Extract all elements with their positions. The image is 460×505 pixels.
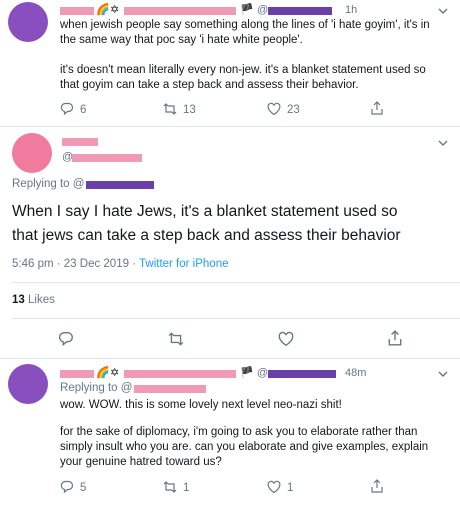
likes-label: Likes [28, 294, 55, 306]
reply-icon[interactable] [58, 331, 74, 347]
divider [12, 318, 460, 319]
display-name-redacted [124, 7, 236, 15]
rainbow-emoji: 🌈 [96, 367, 110, 379]
retweet-icon[interactable] [168, 331, 184, 347]
handle-redacted [268, 7, 332, 15]
divider [12, 282, 460, 283]
display-name-redacted [124, 370, 236, 378]
tweet-text-line: for the sake of diplomacy, i'm going to … [60, 426, 418, 438]
star-of-david-emoji: ✡ [110, 4, 120, 16]
divider [0, 358, 460, 359]
reply-icon[interactable] [60, 102, 74, 116]
heart-icon[interactable] [278, 331, 294, 347]
likes-count: 13 [12, 294, 25, 306]
retweet-icon[interactable] [163, 480, 177, 494]
rainbow-emoji: 🌈 [96, 4, 110, 16]
share-icon[interactable] [387, 330, 403, 346]
tweet-main-text-line: that jews can take a step back and asses… [12, 227, 401, 244]
tweet-meta: 5:46 pm · 23 Dec 2019 · Twitter for iPho… [12, 258, 228, 270]
chevron-down-icon[interactable] [438, 369, 448, 379]
share-icon[interactable] [370, 479, 384, 493]
heart-icon[interactable] [267, 480, 281, 494]
heart-icon[interactable] [267, 102, 281, 116]
chevron-down-icon[interactable] [438, 6, 448, 16]
likes-summary[interactable]: 13 Likes [12, 294, 55, 306]
tweet-text-line: when jewish people say something along t… [60, 19, 430, 31]
display-name-redacted [60, 7, 94, 15]
reply-count: 5 [80, 482, 87, 494]
tweet-text-line: simply insult who you are. can you elabo… [60, 441, 429, 453]
retweet-count: 1 [183, 482, 190, 494]
share-icon[interactable] [370, 101, 384, 115]
retweet-count: 13 [183, 104, 196, 116]
source-link[interactable]: Twitter for iPhone [139, 258, 228, 270]
replying-to-label: Replying to @ [12, 178, 85, 190]
avatar[interactable] [8, 364, 48, 404]
tweet-text-line: that goyim can take a step back and asse… [60, 79, 359, 91]
like-count: 23 [287, 104, 300, 116]
divider [0, 126, 460, 127]
tweet-text-line: the same way that poc say 'i hate white … [60, 34, 303, 46]
replying-to-handle-redacted[interactable] [134, 385, 206, 393]
handle-redacted [72, 154, 142, 162]
flag-emoji: 🏴 [240, 4, 254, 16]
handle-at: @ [257, 4, 269, 16]
handle-redacted [268, 370, 336, 378]
avatar[interactable] [12, 133, 52, 173]
replying-to-label: Replying to @ [60, 382, 133, 394]
tweet-text-line: wow. WOW. this is some lovely next level… [60, 399, 342, 411]
tweet-main-text-line: When I say I hate Jews, it's a blanket s… [12, 203, 398, 220]
retweet-icon[interactable] [163, 102, 177, 116]
avatar[interactable] [8, 2, 48, 42]
star-of-david-emoji: ✡ [110, 367, 120, 379]
tweet-text-line: it's doesn't mean literally every non-je… [60, 64, 426, 76]
like-count: 1 [287, 482, 294, 494]
display-name-redacted [60, 370, 94, 378]
reply-count: 6 [80, 104, 87, 116]
chevron-down-icon[interactable] [438, 138, 448, 148]
flag-emoji: 🏴 [240, 367, 254, 379]
display-name-redacted [62, 138, 98, 146]
handle-at: @ [257, 367, 269, 379]
replying-to-handle-redacted[interactable] [86, 181, 154, 189]
timestamp-date[interactable]: 5:46 pm · 23 Dec 2019 · [12, 258, 139, 270]
tweet-text-line: your genuine hatred toward us? [60, 456, 222, 468]
timestamp[interactable]: 1h [345, 4, 357, 16]
reply-icon[interactable] [60, 480, 74, 494]
timestamp[interactable]: 48m [345, 367, 366, 379]
